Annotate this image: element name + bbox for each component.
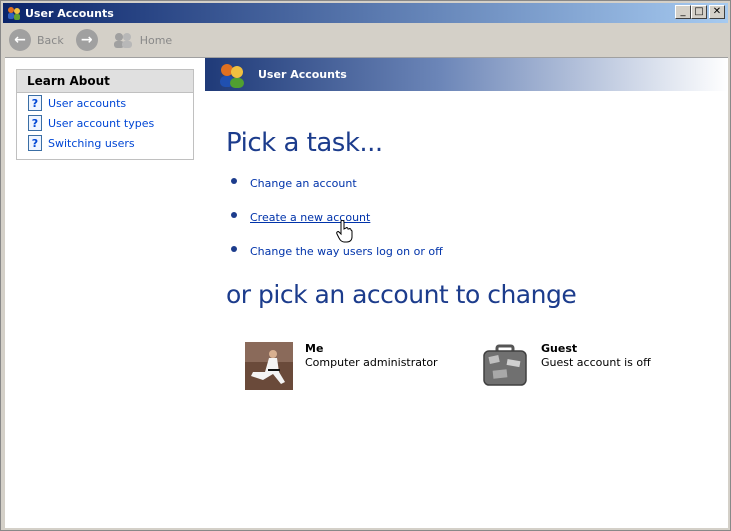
task-change-account[interactable]: Change an account xyxy=(231,177,357,190)
hand-cursor-icon xyxy=(336,219,354,244)
help-icon: ? xyxy=(28,115,42,131)
sidebar-item-label: User accounts xyxy=(48,96,127,110)
account-name: Guest xyxy=(541,342,578,355)
back-arrow-icon: ← xyxy=(9,29,31,51)
maximize-icon: □ xyxy=(694,6,704,17)
minimize-icon: _ xyxy=(680,6,686,17)
content-area: Learn About ? User accounts ? User accou… xyxy=(5,57,728,528)
task-label: Change the way users log on or off xyxy=(250,245,443,258)
bullet xyxy=(231,245,237,252)
account-guest[interactable]: Guest Guest account is off xyxy=(481,342,651,390)
window-title: User Accounts xyxy=(25,6,114,20)
forward-arrow-icon: → xyxy=(75,29,98,51)
home-button[interactable]: Home xyxy=(112,31,172,49)
pick-task-heading: Pick a task... xyxy=(226,128,383,158)
learn-about-panel: Learn About ? User accounts ? User accou… xyxy=(16,69,194,160)
sidebar-item-switching-users[interactable]: ? Switching users xyxy=(17,133,193,153)
user-accounts-app-icon xyxy=(6,5,22,21)
close-icon: ✕ xyxy=(712,6,722,17)
task-label: Change an account xyxy=(250,177,357,190)
header-banner: User Accounts xyxy=(205,58,728,91)
bullet xyxy=(231,177,237,184)
account-type: Computer administrator xyxy=(305,356,438,369)
home-icon xyxy=(113,33,132,48)
bullet xyxy=(231,211,237,218)
home-label: Home xyxy=(139,33,173,47)
help-icon: ? xyxy=(28,135,42,151)
account-me[interactable]: Me Computer administrator xyxy=(245,342,438,390)
banner-title: User Accounts xyxy=(258,68,347,81)
karate-picture xyxy=(245,342,293,390)
pick-account-heading: or pick an account to change xyxy=(226,280,577,309)
account-type: Guest account is off xyxy=(541,356,651,369)
maximize-button[interactable]: □ xyxy=(691,5,707,19)
minimize-button[interactable]: _ xyxy=(675,5,691,19)
toolbar: ← Back → Home xyxy=(3,25,728,55)
help-icon: ? xyxy=(28,95,42,111)
back-button[interactable]: ← Back xyxy=(9,29,64,51)
sidebar-item-user-accounts[interactable]: ? User accounts xyxy=(17,93,193,113)
learn-about-header: Learn About xyxy=(17,70,193,93)
window: User Accounts _ □ ✕ ← Back → Home Learn … xyxy=(0,0,731,531)
task-change-logon[interactable]: Change the way users log on or off xyxy=(231,245,443,258)
user-accounts-icon xyxy=(217,62,247,88)
forward-button[interactable]: → xyxy=(75,29,98,51)
sidebar-item-user-account-types[interactable]: ? User account types xyxy=(17,113,193,133)
sidebar-item-label: Switching users xyxy=(48,136,135,150)
suitcase-picture xyxy=(481,342,529,390)
sidebar-item-label: User account types xyxy=(48,116,155,130)
title-bar[interactable]: User Accounts _ □ ✕ xyxy=(3,3,728,23)
back-label: Back xyxy=(37,33,64,47)
account-name: Me xyxy=(305,342,324,355)
close-button[interactable]: ✕ xyxy=(709,5,725,19)
